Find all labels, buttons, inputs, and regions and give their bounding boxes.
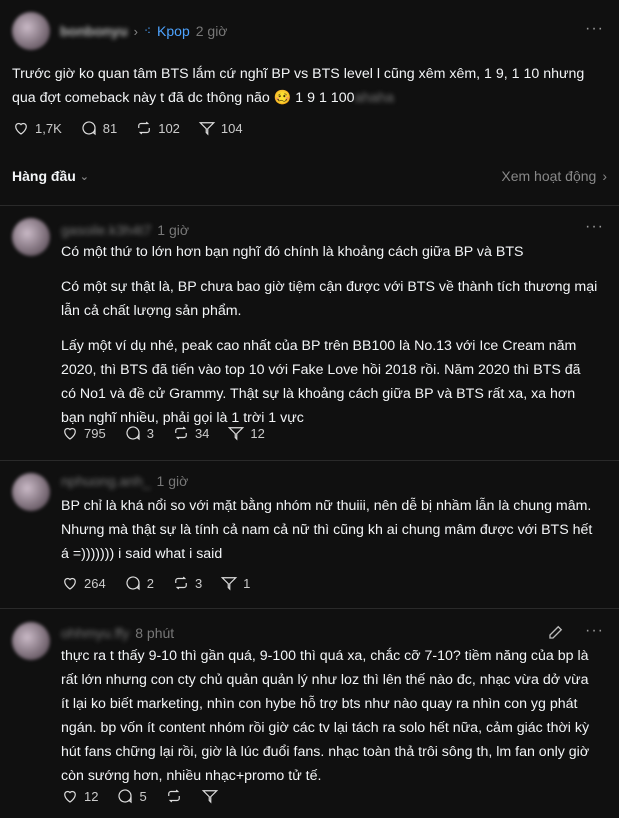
post-text: Trước giờ ko quan tâm BTS lắm cứ nghĩ BP…	[12, 62, 607, 110]
comment-paragraph: BP chỉ là khá nổi so với mặt bằng nhóm n…	[61, 498, 593, 562]
share-button[interactable]: 1	[220, 574, 250, 592]
repost-icon	[138, 121, 151, 135]
heart-icon	[64, 577, 76, 590]
comment-time: 8 phút	[135, 625, 175, 641]
comment-count: 3	[146, 425, 154, 441]
share-count: 1	[243, 575, 251, 591]
like-button[interactable]: 795	[61, 424, 106, 442]
post-avatar[interactable]	[12, 12, 50, 50]
comment-count: 5	[139, 788, 147, 804]
share-button[interactable]: 104	[198, 119, 243, 137]
more-icon[interactable]: ···	[585, 218, 604, 236]
comment-button[interactable]: 2	[124, 574, 154, 592]
repost-button[interactable]: 34	[172, 424, 209, 442]
comment-username[interactable]: ohhmyu.ffy	[61, 625, 129, 641]
topic-icon: ⁖	[144, 24, 152, 38]
comment-username[interactable]: nphuong.anh_	[61, 473, 151, 489]
heart-icon	[64, 427, 76, 440]
post-actions: 1,7K 81 102 104	[12, 119, 261, 137]
comment-actions: 264 2 3 1	[61, 574, 268, 592]
repost-icon	[167, 789, 180, 803]
like-count: 12	[84, 788, 99, 804]
like-button[interactable]: 1,7K	[12, 119, 62, 137]
sort-dropdown[interactable]: Hàng đầu ⌄	[12, 168, 89, 184]
more-icon[interactable]: ···	[585, 20, 604, 38]
view-activity-link[interactable]: Xem hoạt động ›	[501, 168, 607, 184]
post-body-blurred: ahaha	[354, 90, 394, 106]
comment-actions: 12 5	[61, 787, 237, 805]
share-button[interactable]: 12	[227, 424, 265, 442]
comment-avatar[interactable]	[12, 218, 50, 256]
divider	[0, 608, 619, 609]
header-separator: ›	[133, 23, 138, 39]
comment-body: thực ra t thấy 9-10 thì gần quá, 9-100 t…	[61, 644, 599, 799]
activity-label: Xem hoạt động	[501, 168, 597, 184]
share-icon	[228, 427, 245, 441]
repost-icon	[175, 426, 187, 440]
share-icon	[220, 577, 238, 591]
chevron-down-icon: ⌄	[79, 170, 89, 183]
comment-icon	[126, 426, 140, 441]
post-time: 2 giờ	[195, 23, 228, 39]
comment-icon	[82, 121, 96, 136]
comment-icon	[126, 576, 140, 591]
comment-body: Có một thứ to lớn hơn bạn nghĩ đó chính …	[61, 240, 599, 441]
comment-actions: 795 3 34 12	[61, 424, 283, 442]
post-username[interactable]: bonbonyu	[60, 23, 128, 39]
comment-button[interactable]: 3	[124, 424, 154, 442]
share-count: 104	[220, 120, 243, 136]
comment-avatar[interactable]	[12, 622, 50, 660]
sort-bar: Hàng đầu ⌄ Xem hoạt động ›	[12, 168, 607, 184]
like-count: 795	[84, 425, 106, 441]
chevron-right-icon: ›	[602, 168, 607, 184]
comment-button[interactable]: 5	[116, 787, 147, 805]
sort-label: Hàng đầu	[12, 168, 76, 184]
repost-button[interactable]: 102	[135, 119, 180, 137]
post-body: Trước giờ ko quan tâm BTS lắm cứ nghĩ BP…	[12, 66, 585, 106]
comment-header: gasoile.k3h4t7 1 giờ	[61, 222, 189, 238]
share-count: 12	[250, 425, 265, 441]
share-icon	[201, 790, 218, 804]
more-icon[interactable]: ···	[585, 622, 604, 640]
comment-time: 1 giờ	[156, 473, 189, 489]
divider	[0, 460, 619, 461]
share-button[interactable]	[201, 787, 219, 805]
repost-button[interactable]	[165, 787, 183, 805]
divider	[0, 205, 619, 206]
like-button[interactable]: 264	[61, 574, 106, 592]
topic-link[interactable]: Kpop	[157, 23, 190, 39]
comment-paragraph: Lấy một ví dụ nhé, peak cao nhất của BP …	[61, 338, 581, 426]
like-count: 1,7K	[35, 120, 62, 136]
heart-icon	[64, 790, 76, 803]
comment-username[interactable]: gasoile.k3h4t7	[61, 222, 151, 238]
heart-icon	[15, 122, 27, 135]
comment-icon	[118, 789, 133, 804]
comment-avatar[interactable]	[12, 473, 50, 511]
share-icon	[198, 122, 216, 136]
repost-count: 3	[194, 575, 203, 591]
like-button[interactable]: 12	[61, 787, 98, 805]
post-header: bonbonyu › ⁖ Kpop 2 giờ	[60, 23, 228, 39]
edit-icon[interactable]	[547, 623, 565, 644]
repost-count: 34	[194, 425, 210, 441]
comment-header: nphuong.anh_ 1 giờ	[61, 473, 188, 489]
comment-header: ohhmyu.ffy 8 phút	[61, 625, 174, 641]
comment-count: 81	[102, 120, 118, 136]
comment-paragraph: Có một sự thật là, BP chưa bao giờ tiệm …	[61, 279, 598, 319]
comment-count: 2	[146, 575, 154, 591]
repost-button[interactable]: 3	[172, 574, 202, 592]
repost-icon	[175, 576, 187, 590]
like-count: 264	[84, 575, 106, 591]
repost-count: 102	[158, 120, 180, 136]
comment-time: 1 giờ	[157, 222, 190, 238]
comment-button[interactable]: 81	[80, 119, 117, 137]
comment-paragraph: Có một thứ to lớn hơn bạn nghĩ đó chính …	[61, 244, 524, 260]
comment-body: BP chỉ là khá nổi so với mặt bằng nhóm n…	[61, 494, 599, 577]
comment-paragraph: thực ra t thấy 9-10 thì gần quá, 9-100 t…	[61, 648, 590, 784]
